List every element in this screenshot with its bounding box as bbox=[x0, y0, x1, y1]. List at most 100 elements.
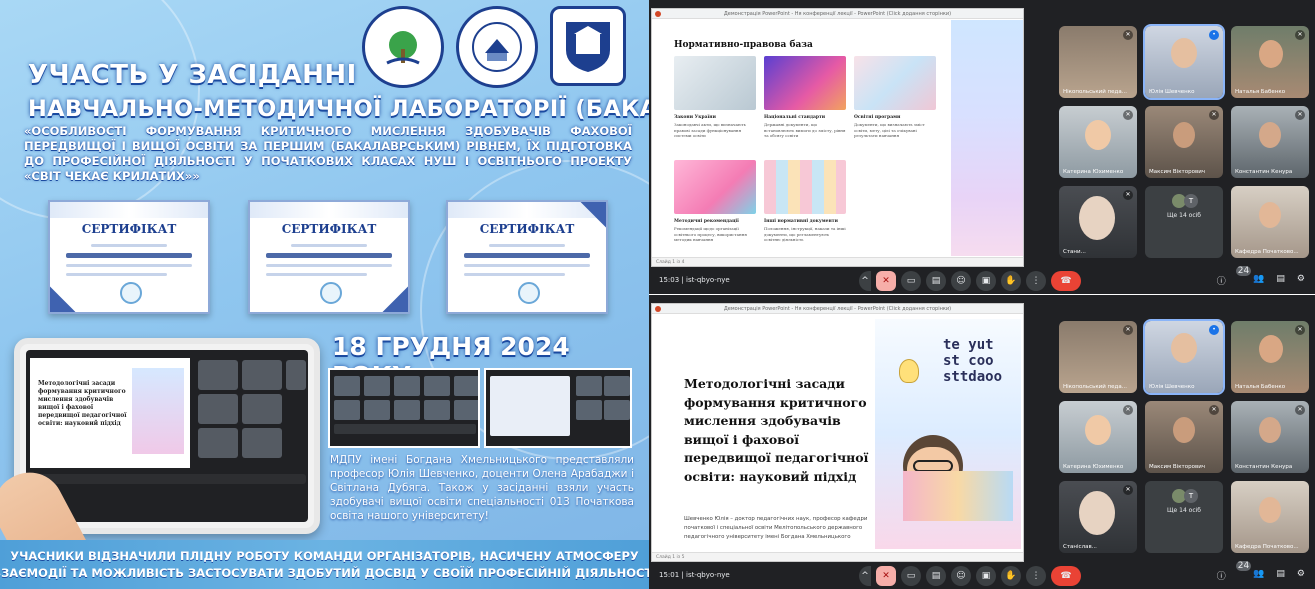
poster-note: МДПУ імені Богдана Хмельницького предста… bbox=[330, 454, 634, 522]
raise-hand-button[interactable]: ✋ bbox=[1001, 566, 1021, 586]
participant-tile[interactable]: ✕ Катерина Юхименко bbox=[1059, 106, 1137, 178]
mic-toggle-button[interactable]: ✕ bbox=[876, 271, 896, 291]
logos-row bbox=[362, 6, 626, 88]
chat-icon[interactable]: ▤ bbox=[1276, 274, 1285, 287]
participant-tile[interactable]: ✕ Наталья Бабенко bbox=[1231, 26, 1309, 98]
activities-icon[interactable]: ⚙ bbox=[1297, 274, 1305, 287]
more-participants-tile[interactable]: T Ще 14 осіб bbox=[1145, 481, 1223, 553]
university-logo-shield bbox=[550, 6, 626, 86]
mic-off-icon: ✕ bbox=[1123, 110, 1133, 120]
handwriting-decor: te yut st coo sttdaoo bbox=[943, 337, 1003, 385]
presentation-window: Демонстрація PowerPoint - Ня конференції… bbox=[651, 8, 1024, 267]
captions-button[interactable]: ▤ bbox=[926, 271, 946, 291]
card-title: Інші нормативні документи bbox=[764, 219, 838, 224]
present-button[interactable]: ▣ bbox=[976, 271, 996, 291]
emoji-button[interactable]: ☺ bbox=[951, 566, 971, 586]
card-title: Методичні рекомендації bbox=[674, 219, 739, 224]
participant-tile[interactable]: ✕ Максим Вікторович bbox=[1145, 106, 1223, 178]
participant-tile[interactable]: ✕ Нікопольський педа... bbox=[1059, 26, 1137, 98]
presentation-statusbar: Слайд 1 із 5 bbox=[652, 552, 1023, 561]
end-call-button[interactable]: ☎ bbox=[1051, 271, 1081, 291]
certificate-1: СЕРТИФІКАТ bbox=[48, 200, 210, 314]
poster-title-second: НАВЧАЛЬНО-МЕТОДИЧНОЇ ЛАБОРАТОРІЇ (БАКАЛА… bbox=[28, 96, 649, 122]
participant-tile[interactable]: • Юлія Шевченко bbox=[1143, 24, 1225, 100]
tablet-slide-title: Методологічні засади формування критично… bbox=[38, 380, 127, 427]
mic-toggle-button[interactable]: ✕ bbox=[876, 566, 896, 586]
participant-name: Станіслав... bbox=[1063, 544, 1097, 550]
participant-tile[interactable]: ✕ Станіслав... bbox=[1059, 481, 1137, 553]
university-logo-building bbox=[456, 6, 538, 88]
more-participants-tile[interactable]: T Ще 14 осіб bbox=[1145, 186, 1223, 258]
participant-tile[interactable]: ✕ Стани... bbox=[1059, 186, 1137, 258]
avatar-letter: T bbox=[1184, 489, 1198, 503]
meet-control-bar: 15:01 | ist-qbyo-nye ^ ✕ ▭ ▤ ☺ ▣ ✋ ⋮ ☎ ⓘ… bbox=[649, 561, 1315, 589]
participant-tile[interactable]: ✕ Наталья Бабенко bbox=[1231, 321, 1309, 393]
card-title: Національні стандарти bbox=[764, 115, 826, 120]
participant-name: Максим Вікторович bbox=[1149, 464, 1206, 470]
window-title: Демонстрація PowerPoint - Ня конференції… bbox=[723, 11, 952, 17]
info-icon[interactable]: ⓘ bbox=[1217, 274, 1226, 287]
info-icon[interactable]: ⓘ bbox=[1217, 569, 1226, 582]
mic-options-button[interactable]: ^ bbox=[859, 271, 871, 291]
meet-screenshot-top: Демонстрація PowerPoint - Ня конференції… bbox=[649, 0, 1315, 294]
presentation-window: Демонстрація PowerPoint - Ня конференції… bbox=[651, 303, 1024, 562]
presentation-titlebar: Демонстрація PowerPoint - Ня конференції… bbox=[652, 9, 1023, 19]
emoji-button[interactable]: ☺ bbox=[951, 271, 971, 291]
seal-icon bbox=[320, 282, 342, 304]
meet-screenshot-bottom: Демонстрація PowerPoint - Ня конференції… bbox=[649, 295, 1315, 589]
more-options-button[interactable]: ⋮ bbox=[1026, 271, 1046, 291]
certificate-2: СЕРТИФІКАТ bbox=[248, 200, 410, 314]
people-icon[interactable]: 24👥 bbox=[1235, 266, 1264, 287]
meet-control-bar: 15:03 | ist-qbyo-nye ^ ✕ ▭ ▤ ☺ ▣ ✋ ⋮ ☎ ⓘ… bbox=[649, 266, 1315, 294]
powerpoint-icon bbox=[655, 11, 661, 17]
camera-options-button[interactable]: ▭ bbox=[901, 271, 921, 291]
participant-tile[interactable]: ✕ Нікопольський педа... bbox=[1059, 321, 1137, 393]
participant-tile[interactable]: ✕ Максим Вікторович bbox=[1145, 401, 1223, 473]
tablet-slide-thumbnail: Методологічні засади формування критично… bbox=[30, 358, 190, 468]
avatar-letter: T bbox=[1184, 194, 1198, 208]
participant-name: Катерина Юхименко bbox=[1063, 169, 1124, 175]
card-desc: Положення, інструкції, накази та інші до… bbox=[764, 226, 846, 242]
slide-title: Методологічні засади формування критично… bbox=[684, 376, 869, 484]
meeting-time-code: 15:03 | ist-qbyo-nye bbox=[659, 276, 730, 284]
footer-line-2: ВЗАЄМОДІЇ ТА МОЖЛИВІСТЬ ЗАСТОСУВАТИ ЗДОБ… bbox=[0, 565, 649, 580]
participant-name: Максим Вікторович bbox=[1149, 169, 1206, 175]
participant-tile[interactable]: Кафедра Початково... bbox=[1231, 481, 1309, 553]
present-button[interactable]: ▣ bbox=[976, 566, 996, 586]
participant-tile[interactable]: ✕ Константин Кенура bbox=[1231, 106, 1309, 178]
slide-author: Шевченко Юлія – доктор педагогічних наук… bbox=[684, 516, 868, 540]
people-icon[interactable]: 24👥 bbox=[1235, 561, 1264, 582]
more-participants-label: Ще 14 осіб bbox=[1166, 212, 1202, 219]
activities-icon[interactable]: ⚙ bbox=[1297, 569, 1305, 582]
chat-icon[interactable]: ▤ bbox=[1276, 569, 1285, 582]
slide-card: Освітні програми Документи, що визначают… bbox=[854, 56, 936, 139]
mic-off-icon: ✕ bbox=[1209, 405, 1219, 415]
card-title: Освітні програми bbox=[854, 115, 901, 120]
participant-name: Катерина Юхименко bbox=[1063, 464, 1124, 470]
mic-off-icon: ✕ bbox=[1295, 110, 1305, 120]
mic-options-button[interactable]: ^ bbox=[859, 566, 871, 586]
participant-tile[interactable]: ✕ Константин Кенура bbox=[1231, 401, 1309, 473]
end-call-button[interactable]: ☎ bbox=[1051, 566, 1081, 586]
more-options-button[interactable]: ⋮ bbox=[1026, 566, 1046, 586]
screenshot-collage: УЧАСТЬ У ЗАСІДАННІ НАВЧАЛЬНО-МЕТОДИЧНОЇ … bbox=[0, 0, 1315, 589]
raise-hand-button[interactable]: ✋ bbox=[1001, 271, 1021, 291]
camera-options-button[interactable]: ▭ bbox=[901, 566, 921, 586]
poster-footer: УЧАСНИКИ ВІДЗНАЧИЛИ ПЛІДНУ РОБОТУ КОМАНД… bbox=[0, 540, 649, 589]
captions-button[interactable]: ▤ bbox=[926, 566, 946, 586]
card-desc: Законодавчі акти, що визначають правові … bbox=[674, 122, 746, 138]
mic-off-icon: ✕ bbox=[1209, 110, 1219, 120]
speaking-icon: • bbox=[1209, 30, 1219, 40]
presentation-titlebar: Демонстрація PowerPoint - Ня конференції… bbox=[652, 304, 1023, 314]
certificate-title: СЕРТИФІКАТ bbox=[281, 222, 377, 236]
participant-tile[interactable]: ✕ Катерина Юхименко bbox=[1059, 401, 1137, 473]
meeting-photo-1 bbox=[328, 368, 480, 448]
meeting-time-code: 15:01 | ist-qbyo-nye bbox=[659, 571, 730, 579]
slide-title: Нормативно-правова база bbox=[674, 40, 813, 50]
participant-name: Кафедра Початково... bbox=[1235, 249, 1299, 255]
participant-tile[interactable]: Кафедра Початково... bbox=[1231, 186, 1309, 258]
lightbulb-icon bbox=[899, 359, 919, 383]
participant-name: Константин Кенура bbox=[1235, 464, 1293, 470]
participant-tile[interactable]: • Юлія Шевченко bbox=[1143, 319, 1225, 395]
participant-name: Кафедра Початково... bbox=[1235, 544, 1299, 550]
